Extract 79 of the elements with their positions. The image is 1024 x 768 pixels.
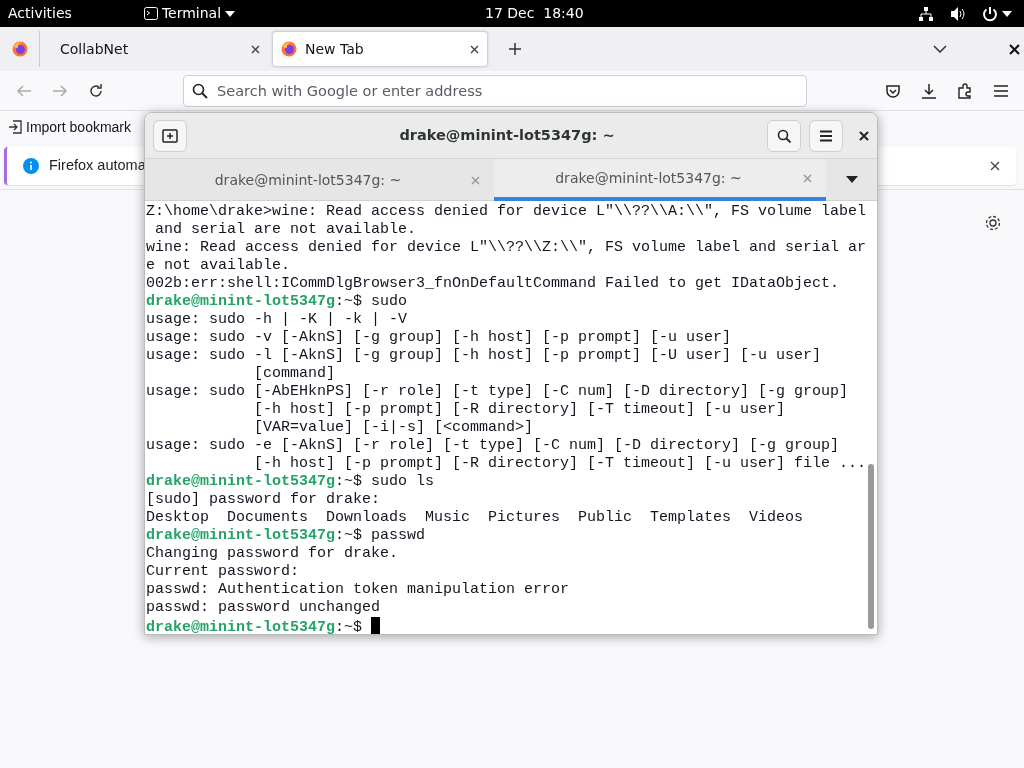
output-line: usage: sudo [-AbEHknPS] [-r role] [-t type] [-C num] [-D directory] [-g group] <box>146 383 850 401</box>
prompt-path: :~$ <box>335 293 363 310</box>
tab-title: CollabNet <box>60 39 130 59</box>
output-line: usage: sudo -e [-AknS] [-r role] [-t type] [-C num] [-D directory] [-g group] <box>146 437 841 455</box>
command-text: sudo ls <box>371 473 435 490</box>
close-icon[interactable] <box>470 44 479 54</box>
app-menu[interactable]: Terminal <box>143 3 236 24</box>
prompt-user: drake@minint-lot5347g <box>146 527 336 544</box>
output-line: Current password: <box>146 563 301 581</box>
plus-icon[interactable] <box>508 42 522 56</box>
output-line: [command] <box>253 365 337 383</box>
output-line: and serial are not available. <box>154 221 418 239</box>
import-icon <box>8 120 22 134</box>
terminal-tab[interactable]: drake@minint-lot5347g: ~ <box>145 159 494 201</box>
output-line: [-h host] [-p prompt] [-R directory] [-T timeout] [-u user] <box>253 401 787 419</box>
caret-icon <box>1002 10 1012 17</box>
output-line: e not available. <box>146 257 292 275</box>
app-menu-label: Terminal <box>161 4 222 23</box>
output-line: passwd: Authentication token manipulation error <box>146 581 571 599</box>
terminal-tab[interactable]: drake@minint-lot5347g: ~ <box>494 159 826 201</box>
notification-text: Firefox automa <box>49 156 146 176</box>
volume-icon[interactable] <box>950 5 966 22</box>
address-field[interactable]: Search with Google or enter address <box>183 74 807 107</box>
info-icon <box>23 158 39 174</box>
output-line: Changing password for drake. <box>146 545 400 563</box>
firefox-icon[interactable] <box>11 41 28 57</box>
clock[interactable]: 17 Dec 18:40 <box>485 3 584 24</box>
close-icon[interactable] <box>251 44 260 54</box>
new-tab-icon <box>162 127 178 144</box>
puzzle-icon[interactable] <box>957 82 973 99</box>
menu-button[interactable] <box>809 119 843 152</box>
tab-title: drake@minint-lot5347g: ~ <box>554 168 743 188</box>
output-line: wine: Read access denied for device L"\\??\\Z:\\", FS volume label and serial ar <box>146 239 868 257</box>
reload-icon[interactable] <box>88 82 104 99</box>
search-icon <box>777 128 791 143</box>
prompt-user: drake@minint-lot5347g <box>146 619 336 634</box>
search-icon <box>192 82 208 99</box>
browser-tab[interactable]: CollabNet <box>44 31 268 67</box>
window-title: drake@minint-lot5347g: ~ <box>398 125 616 145</box>
firefox-icon <box>281 41 297 57</box>
output-line: Desktop Documents Downloads Music Pictures Public Templates Videos <box>146 509 805 527</box>
output-line: [VAR=value] [-i|-s] [<command>] <box>253 419 535 437</box>
scrollbar[interactable] <box>868 464 874 629</box>
terminal-icon <box>143 7 158 20</box>
browser-tab[interactable]: New Tab <box>272 31 488 67</box>
close-icon[interactable] <box>1009 44 1020 55</box>
command-text: sudo <box>371 293 408 310</box>
menu-icon[interactable] <box>993 82 1009 99</box>
close-icon[interactable] <box>990 161 1000 171</box>
dropdown-icon[interactable] <box>845 176 858 183</box>
output-line: usage: sudo -v [-AknS] [-g group] [-h host] [-p prompt] [-u user] <box>146 329 733 347</box>
menu-icon <box>819 129 833 142</box>
caret-icon <box>225 10 236 17</box>
download-icon[interactable] <box>921 82 937 99</box>
new-tab-button[interactable] <box>153 119 187 152</box>
prompt-path: :~$ <box>335 619 363 634</box>
activities-button[interactable]: Activities <box>8 3 72 24</box>
network-icon[interactable] <box>918 5 934 22</box>
tab-title: New Tab <box>305 39 365 59</box>
tab-title: drake@minint-lot5347g: ~ <box>213 170 403 190</box>
settings-icon[interactable] <box>984 214 1002 232</box>
output-line: [-h host] [-p prompt] [-R directory] [-T timeout] [-u user] file ... <box>253 455 868 473</box>
output-line: 002b:err:shell:ICommDlgBrowser3_fnOnDefaultCommand Failed to get IDataObject. <box>146 275 841 293</box>
command-text: passwd <box>371 527 426 544</box>
search-button[interactable] <box>767 119 801 152</box>
output-line: [sudo] password for drake: <box>146 491 382 509</box>
prompt-user: drake@minint-lot5347g <box>146 293 336 310</box>
close-icon[interactable] <box>859 130 869 141</box>
output-line: Z:\home\drake>wine: Read access denied for device L"\\??\\A:\\", FS volume label <box>146 203 868 221</box>
prompt-path: :~$ <box>335 527 363 544</box>
prompt-path: :~$ <box>335 473 363 490</box>
bookmark-item[interactable]: Import bookmark <box>8 116 132 138</box>
output-line: usage: sudo -l [-AknS] [-g group] [-h host] [-p prompt] [-U user] [-u user] <box>146 347 823 365</box>
power-icon[interactable] <box>982 5 998 22</box>
pocket-icon[interactable] <box>885 82 901 99</box>
prompt-user: drake@minint-lot5347g <box>146 473 336 490</box>
output-line: passwd: password unchanged <box>146 599 382 617</box>
chevron-icon[interactable] <box>933 45 947 53</box>
output-line: usage: sudo -h | -K | -k | -V <box>146 311 409 329</box>
